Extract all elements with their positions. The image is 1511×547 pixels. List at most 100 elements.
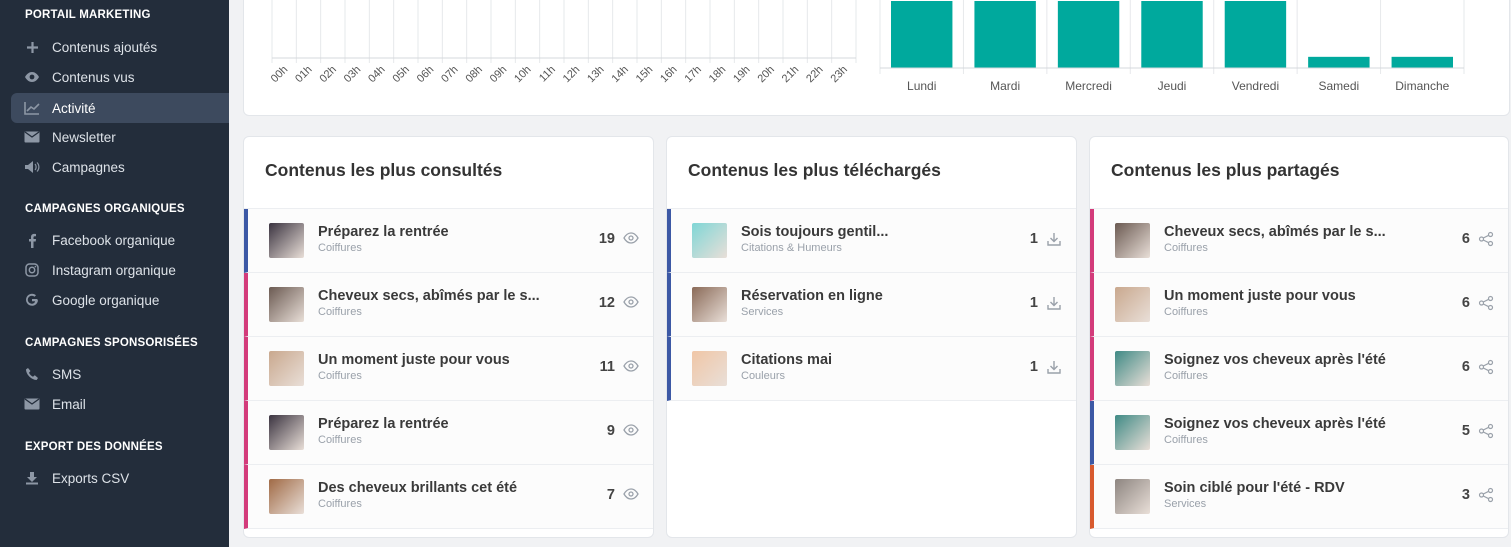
x-tick-label: Mercredi [1065, 79, 1112, 93]
x-tick-label: Lundi [907, 79, 936, 93]
x-tick-label: 03h [342, 64, 363, 85]
content-title: Citations mai [741, 352, 833, 368]
content-title: Soignez vos cheveux après l'été [1164, 352, 1386, 368]
sidebar: PORTAIL MARKETING Contenus ajoutés Conte… [0, 0, 229, 547]
x-tick-label: 21h [780, 64, 801, 85]
content-list: Préparez la rentrée Coiffures 19 Cheveux se… [244, 208, 653, 529]
content-category: Couleurs [741, 370, 786, 382]
nav-label: Instagram organique [52, 262, 176, 278]
nav-contenus-ajoutes[interactable]: Contenus ajoutés [11, 32, 229, 62]
x-tick-label: 07h [439, 64, 460, 85]
list-item[interactable]: Sois toujours gentil... Citations & Humeu… [667, 209, 1076, 273]
content-count: 9 [606, 423, 615, 439]
bar [891, 1, 953, 68]
x-tick-label: 17h [682, 64, 703, 85]
share-icon [1478, 423, 1494, 439]
bar [1057, 1, 1120, 68]
list-item[interactable]: Des cheveux brillants cet été Coiffures 7 [244, 465, 653, 529]
panel-title: Contenus les plus téléchargés [688, 160, 941, 180]
nav-google-organique[interactable]: Google organique [11, 285, 229, 315]
bar [1141, 1, 1203, 68]
share-icon [1478, 487, 1494, 503]
phone-icon [24, 366, 40, 382]
list-item[interactable]: Soin ciblé pour l'été - RDV Services 3 [1090, 465, 1508, 529]
nav-label: Contenus ajoutés [52, 39, 158, 55]
content-count: 11 [599, 359, 615, 375]
content-category: Coiffures [1164, 434, 1208, 446]
list-item[interactable]: Cheveux secs, abîmés par le s... Coiffure… [244, 273, 653, 337]
content-thumbnail [269, 415, 304, 450]
content-thumbnail [1115, 415, 1150, 450]
list-item[interactable]: Un moment juste pour vous Coiffures 6 [1090, 273, 1508, 337]
x-tick-label: 15h [634, 64, 655, 85]
content-count: 19 [598, 231, 615, 247]
panel-most-downloaded: Contenus les plus téléchargés Sois toujo… [666, 136, 1077, 538]
x-tick-label: 10h [512, 64, 533, 85]
nav-label: SMS [52, 366, 82, 382]
content-category: Coiffures [318, 498, 362, 510]
eye-icon [623, 423, 639, 439]
nav-facebook-organique[interactable]: Facebook organique [11, 225, 229, 255]
x-tick-label: Samedi [1319, 79, 1360, 93]
eye-icon [623, 359, 639, 375]
download-icon [1046, 231, 1062, 247]
nav-campagnes[interactable]: Campagnes [11, 152, 229, 182]
x-tick-label: Dimanche [1395, 79, 1449, 93]
content-title: Soin ciblé pour l'été - RDV [1164, 480, 1345, 496]
nav-exports-csv[interactable]: Exports CSV [11, 463, 229, 493]
x-tick-label: Mardi [990, 79, 1020, 93]
content-category: Coiffures [1164, 370, 1208, 382]
download-icon [24, 470, 40, 486]
content-count: 1 [1029, 295, 1038, 311]
list-item[interactable]: Préparez la rentrée Coiffures 9 [244, 401, 653, 465]
content-category: Coiffures [318, 370, 362, 382]
nav-label: Activité [52, 100, 96, 116]
content-thumbnail [269, 287, 304, 322]
share-icon [1478, 231, 1494, 247]
section-title-export: EXPORT DES DONNÉES [25, 441, 163, 453]
envelope-icon [24, 129, 40, 145]
nav-contenus-vus[interactable]: Contenus vus [11, 62, 229, 92]
facebook-icon [24, 232, 40, 248]
x-tick-label: 00h [269, 64, 290, 85]
nav-label: Email [52, 396, 86, 412]
download-icon [1046, 295, 1062, 311]
content-count: 1 [1029, 359, 1038, 375]
content-category: Services [741, 306, 784, 318]
list-item[interactable]: Préparez la rentrée Coiffures 19 [244, 209, 653, 273]
nav-label: Newsletter [52, 129, 116, 145]
nav-label: Contenus vus [52, 69, 135, 85]
bar [1308, 56, 1370, 68]
content-count: 6 [1461, 231, 1470, 247]
list-item[interactable]: Soignez vos cheveux après l'été Coiffures… [1090, 401, 1508, 465]
nav-label: Exports CSV [52, 470, 130, 486]
nav-activite[interactable]: Activité [11, 93, 229, 123]
list-item[interactable]: Cheveux secs, abîmés par le s... Coiffure… [1090, 209, 1508, 273]
list-item[interactable]: Un moment juste pour vous Coiffures 11 [244, 337, 653, 401]
x-tick-label: 02h [317, 64, 338, 85]
content-category: Coiffures [318, 306, 362, 318]
x-tick-label: 01h [293, 64, 314, 85]
content-thumbnail [692, 287, 727, 322]
content-list: Sois toujours gentil... Citations & Humeu… [667, 208, 1076, 401]
x-tick-label: 05h [390, 64, 411, 85]
x-tick-label: 04h [366, 64, 387, 85]
list-item[interactable]: Citations mai Couleurs 1 [667, 337, 1076, 401]
content-title: Cheveux secs, abîmés par le s... [1164, 224, 1386, 240]
list-item[interactable]: Réservation en ligne Services 1 [667, 273, 1076, 337]
nav-newsletter[interactable]: Newsletter [11, 122, 229, 152]
content-category: Coiffures [1164, 306, 1208, 318]
content-category: Citations & Humeurs [741, 242, 842, 254]
nav-sms[interactable]: SMS [11, 359, 229, 389]
content-thumbnail [1115, 223, 1150, 258]
eye-icon [623, 231, 639, 247]
eye-icon [623, 487, 639, 503]
x-tick-label: 12h [561, 64, 582, 85]
panel-title: Contenus les plus consultés [265, 160, 503, 180]
nav-label: Google organique [52, 292, 160, 308]
list-item[interactable]: Soignez vos cheveux après l'été Coiffures… [1090, 337, 1508, 401]
x-tick-label: 18h [707, 64, 728, 85]
content-title: Soignez vos cheveux après l'été [1164, 416, 1386, 432]
nav-email[interactable]: Email [11, 389, 229, 419]
nav-instagram-organique[interactable]: Instagram organique [11, 255, 229, 285]
